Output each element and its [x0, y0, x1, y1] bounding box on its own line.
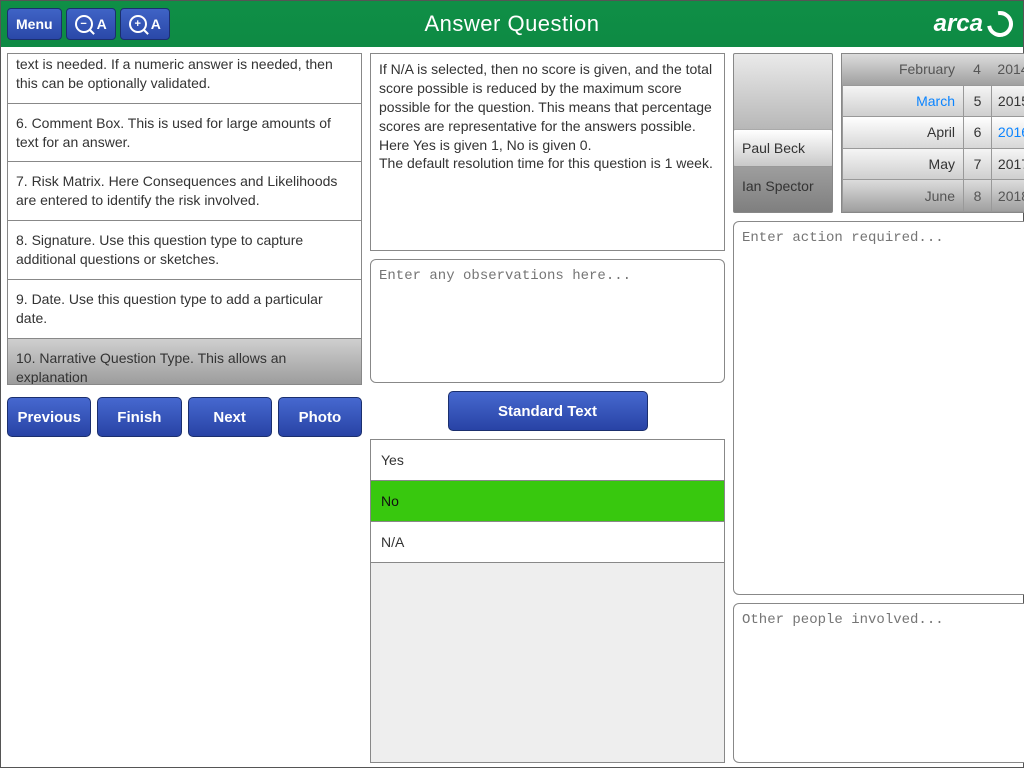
middle-column: If N/A is selected, then no score is giv… — [370, 53, 725, 763]
month-option[interactable]: February — [842, 54, 963, 86]
brand-swirl-icon — [982, 6, 1018, 42]
zoom-in-button[interactable]: + A — [120, 8, 170, 40]
right-column: Paul Beck Ian Spector February March Apr… — [733, 53, 1024, 763]
question-type-list[interactable]: 5. Single Line Text. This is used when a… — [7, 53, 362, 385]
other-people-input[interactable] — [733, 603, 1024, 763]
zoom-out-letter: A — [97, 16, 107, 32]
month-option[interactable]: June — [842, 180, 963, 212]
day-option-selected[interactable]: 6 — [963, 117, 991, 149]
list-item[interactable]: 5. Single Line Text. This is used when a… — [8, 53, 361, 104]
list-item[interactable]: 8. Signature. Use this question type to … — [8, 221, 361, 280]
zoom-out-button[interactable]: − A — [66, 8, 116, 40]
app-header: Menu − A + A Answer Question arca — [1, 1, 1023, 47]
person-option[interactable]: Paul Beck — [733, 129, 833, 167]
answer-no[interactable]: No — [371, 481, 724, 522]
list-item[interactable]: 9. Date. Use this question type to add a… — [8, 280, 361, 339]
answer-options: Yes No N/A — [370, 439, 725, 763]
finish-button[interactable]: Finish — [97, 397, 181, 437]
nav-row: Previous Finish Next Photo — [7, 397, 362, 437]
left-column: 5. Single Line Text. This is used when a… — [7, 53, 362, 763]
day-option[interactable]: 5 — [963, 86, 991, 118]
month-option[interactable]: March — [842, 86, 963, 118]
action-required-input[interactable] — [733, 221, 1024, 595]
magnifier-plus-icon: + — [129, 15, 147, 33]
magnifier-minus-icon: − — [75, 15, 93, 33]
photo-button[interactable]: Photo — [278, 397, 362, 437]
answer-yes[interactable]: Yes — [371, 440, 724, 481]
day-option[interactable]: 4 — [963, 54, 991, 86]
month-option[interactable]: May — [842, 149, 963, 181]
day-option[interactable]: 8 — [963, 180, 991, 212]
day-option[interactable]: 7 — [963, 149, 991, 181]
year-option[interactable]: 2018 — [991, 180, 1024, 212]
question-explainer: If N/A is selected, then no score is giv… — [370, 53, 725, 251]
observations-input[interactable] — [370, 259, 725, 383]
standard-text-button[interactable]: Standard Text — [448, 391, 648, 431]
answer-na[interactable]: N/A — [371, 522, 724, 563]
next-button[interactable]: Next — [188, 397, 272, 437]
zoom-in-letter: A — [151, 16, 161, 32]
date-picker[interactable]: February March April May June 4 5 6 7 8 … — [841, 53, 1024, 213]
list-item-narrative[interactable]: 10. Narrative Question Type. This allows… — [8, 339, 361, 385]
brand-logo: arca — [934, 10, 1023, 38]
list-item[interactable]: 6. Comment Box. This is used for large a… — [8, 104, 361, 163]
menu-button[interactable]: Menu — [7, 8, 62, 40]
person-option[interactable]: Ian Spector — [734, 166, 832, 204]
list-item[interactable]: 7. Risk Matrix. Here Consequences and Li… — [8, 162, 361, 221]
previous-button[interactable]: Previous — [7, 397, 91, 437]
year-option[interactable]: 2017 — [991, 149, 1024, 181]
people-picker[interactable]: Paul Beck Ian Spector — [733, 53, 833, 213]
year-option[interactable]: 2015 — [991, 86, 1024, 118]
month-option-selected[interactable]: April — [842, 117, 963, 149]
year-option[interactable]: 2014 — [991, 54, 1024, 86]
year-option-selected[interactable]: 2016 — [991, 117, 1024, 149]
